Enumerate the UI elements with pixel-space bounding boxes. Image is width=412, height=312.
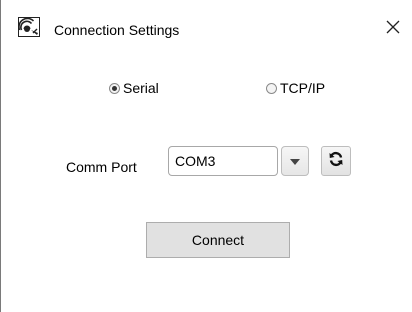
refresh-ports-button[interactable]	[321, 146, 351, 176]
connect-button[interactable]: Connect	[146, 222, 290, 258]
radio-selected-dot	[112, 85, 117, 91]
connection-settings-window: Connection Settings Serial TCP/IP Comm P…	[0, 0, 412, 312]
chevron-down-icon	[290, 152, 300, 170]
radio-tcp-ip-indicator[interactable]	[266, 82, 277, 94]
radio-serial-label[interactable]: Serial	[123, 80, 159, 96]
title-bar: Connection Settings	[1, 0, 412, 46]
connection-app-icon	[18, 17, 40, 37]
refresh-icon	[328, 151, 344, 172]
radio-serial-indicator[interactable]	[109, 82, 120, 94]
window-title: Connection Settings	[54, 22, 180, 38]
close-icon[interactable]	[384, 18, 402, 36]
comm-port-select[interactable]: COM3	[168, 146, 278, 176]
comm-port-label: Comm Port	[66, 159, 137, 175]
radio-tcp-ip-label[interactable]: TCP/IP	[280, 80, 325, 96]
radio-tcp-ip[interactable]: TCP/IP	[266, 79, 325, 97]
radio-serial[interactable]: Serial	[109, 79, 159, 97]
comm-port-dropdown-button[interactable]	[281, 146, 309, 176]
